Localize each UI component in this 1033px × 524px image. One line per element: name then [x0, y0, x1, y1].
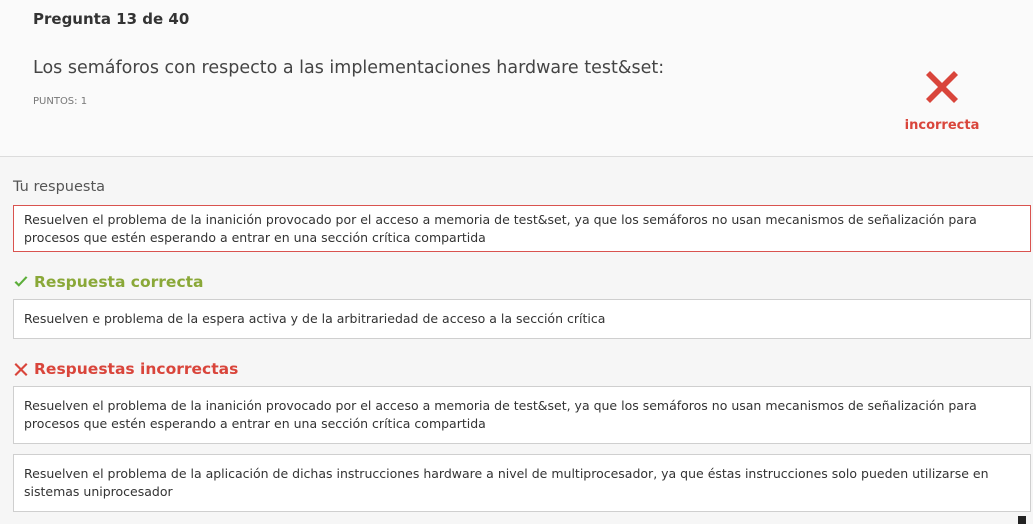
incorrect-answer-box: Resuelven el problema de la inanición pr…	[13, 386, 1031, 444]
question-number: Pregunta 13 de 40	[33, 10, 190, 28]
correct-answer-text: Resuelven e problema de la espera activa…	[24, 311, 606, 326]
check-icon	[14, 276, 28, 287]
resize-handle[interactable]	[1018, 516, 1026, 524]
x-icon	[14, 363, 28, 376]
question-points: PUNTOS: 1	[33, 96, 88, 107]
correct-answer-title: Respuesta correcta	[13, 273, 204, 291]
correct-answer-title-text: Respuesta correcta	[34, 273, 204, 291]
incorrect-answers-title: Respuestas incorrectas	[13, 360, 238, 378]
your-answer-box: Resuelven el problema de la inanición pr…	[13, 205, 1031, 252]
incorrect-x-icon	[926, 71, 958, 103]
question-text: Los semáforos con respecto a las impleme…	[33, 58, 665, 78]
incorrect-answer-box: Resuelven el problema de la aplicación d…	[13, 454, 1031, 512]
correct-answer-box: Resuelven e problema de la espera activa…	[13, 299, 1031, 339]
incorrect-answer-text: Resuelven el problema de la aplicación d…	[24, 466, 989, 499]
incorrect-answer-text: Resuelven el problema de la inanición pr…	[24, 398, 977, 431]
question-header: Pregunta 13 de 40 Los semáforos con resp…	[0, 0, 1033, 157]
incorrect-answers-title-text: Respuestas incorrectas	[34, 360, 239, 378]
result-label: incorrecta	[904, 118, 980, 133]
your-answer-text: Resuelven el problema de la inanición pr…	[24, 211, 977, 245]
your-answer-label: Tu respuesta	[13, 179, 106, 195]
